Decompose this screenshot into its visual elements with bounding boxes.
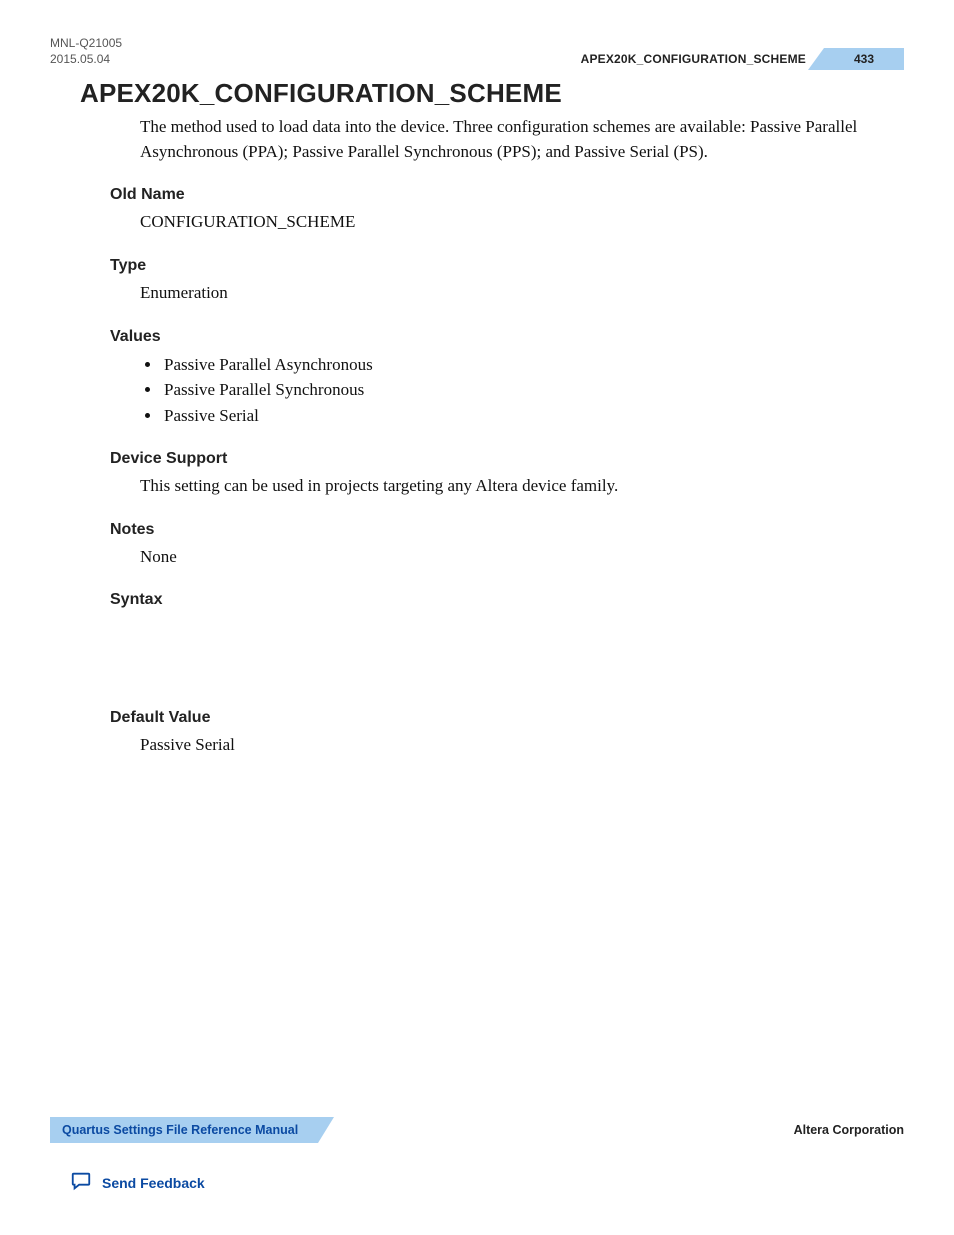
content: APEX20K_CONFIGURATION_SCHEME The method … — [80, 78, 894, 780]
send-feedback-label: Send Feedback — [102, 1175, 205, 1191]
page: MNL-Q21005 2015.05.04 APEX20K_CONFIGURAT… — [0, 0, 954, 1235]
values-list: Passive Parallel Asynchronous Passive Pa… — [162, 352, 894, 429]
section-device-support: Device Support This setting can be used … — [110, 450, 894, 499]
section-heading: Notes — [110, 521, 894, 539]
section-notes: Notes None — [110, 521, 894, 570]
header-right: APEX20K_CONFIGURATION_SCHEME 433 — [581, 48, 904, 70]
page-header: MNL-Q21005 2015.05.04 APEX20K_CONFIGURAT… — [50, 36, 904, 66]
section-value: Enumeration — [140, 281, 894, 306]
footer-band: Quartus Settings File Reference Manual A… — [50, 1117, 904, 1143]
intro-paragraph: The method used to load data into the de… — [140, 115, 894, 164]
section-heading: Syntax — [110, 591, 894, 609]
section-type: Type Enumeration — [110, 257, 894, 306]
section-heading: Type — [110, 257, 894, 275]
section-heading: Default Value — [110, 709, 894, 727]
section-value: CONFIGURATION_SCHEME — [140, 210, 894, 235]
footer-company: Altera Corporation — [794, 1117, 904, 1143]
section-value: None — [140, 545, 894, 570]
section-value: Passive Serial — [140, 733, 894, 758]
section-heading: Values — [110, 328, 894, 346]
section-value: This setting can be used in projects tar… — [140, 474, 894, 499]
section-old-name: Old Name CONFIGURATION_SCHEME — [110, 186, 894, 235]
section-syntax: Syntax — [110, 591, 894, 609]
page-number: 433 — [824, 48, 904, 70]
section-heading: Device Support — [110, 450, 894, 468]
section-default-value: Default Value Passive Serial — [110, 709, 894, 758]
list-item: Passive Serial — [162, 403, 894, 429]
section-heading: Old Name — [110, 186, 894, 204]
doc-id: MNL-Q21005 — [50, 36, 122, 52]
manual-title-link[interactable]: Quartus Settings File Reference Manual — [62, 1123, 298, 1137]
send-feedback-link[interactable]: Send Feedback — [70, 1170, 205, 1195]
speech-bubble-icon — [70, 1170, 92, 1195]
page-number-tab: 433 — [824, 48, 904, 70]
list-item: Passive Parallel Asynchronous — [162, 352, 894, 378]
running-title: APEX20K_CONFIGURATION_SCHEME — [581, 52, 824, 66]
section-values: Values Passive Parallel Asynchronous Pas… — [110, 328, 894, 429]
doc-date: 2015.05.04 — [50, 52, 122, 68]
footer-manual-tab[interactable]: Quartus Settings File Reference Manual — [50, 1117, 318, 1143]
list-item: Passive Parallel Synchronous — [162, 377, 894, 403]
page-title: APEX20K_CONFIGURATION_SCHEME — [80, 78, 894, 109]
header-doc-meta: MNL-Q21005 2015.05.04 — [50, 36, 122, 67]
